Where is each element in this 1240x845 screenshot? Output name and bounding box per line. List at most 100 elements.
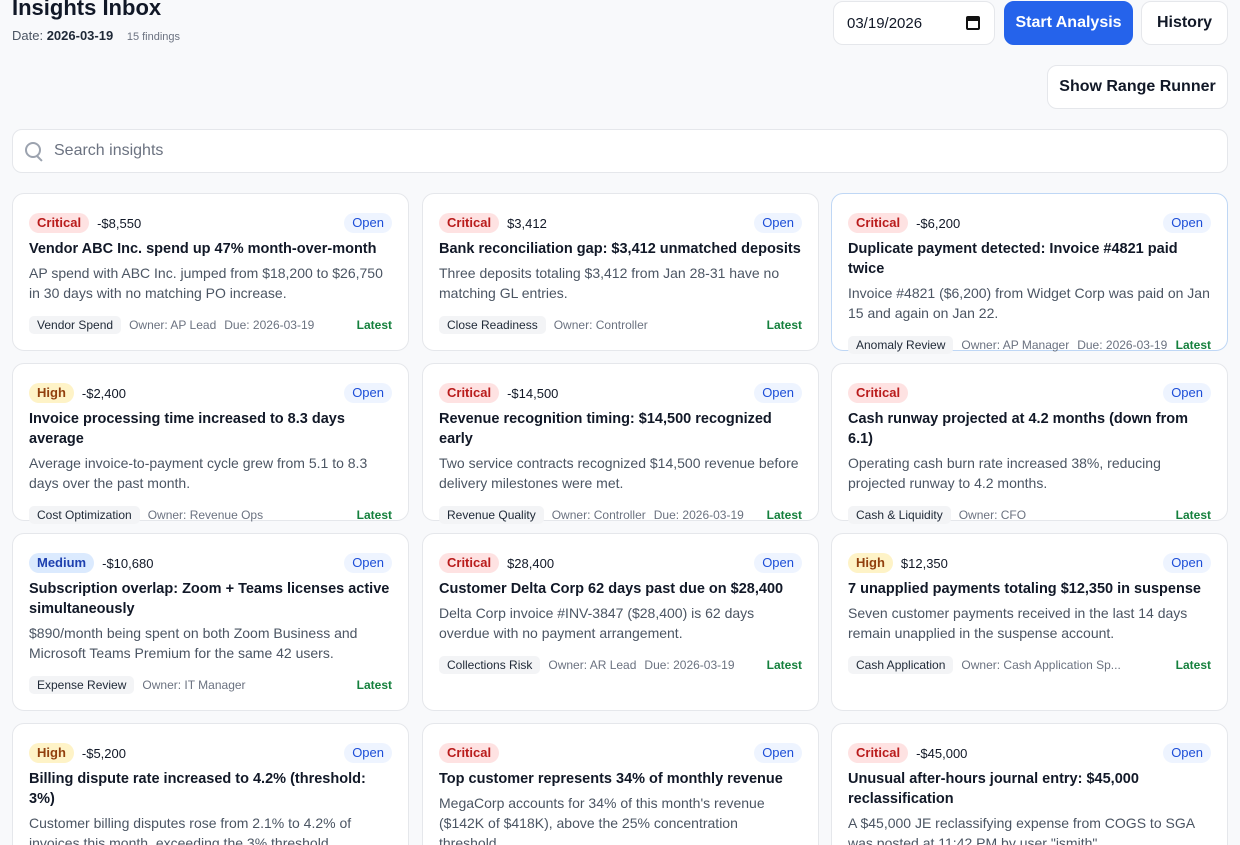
- card-title: 7 unapplied payments totaling $12,350 in…: [848, 581, 1201, 597]
- card-footer: Cost Optimization Owner: Revenue Ops Lates…: [29, 505, 392, 525]
- search-icon: [25, 142, 43, 160]
- status-badge[interactable]: Open: [1163, 383, 1211, 403]
- severity-badge: Critical: [439, 553, 500, 573]
- card-description: MegaCorp accounts for 34% of this month'…: [439, 795, 765, 845]
- insight-card[interactable]: High -$2,400 Open Invoice processing time i…: [12, 363, 409, 524]
- status-badge[interactable]: Open: [754, 553, 802, 573]
- insight-card[interactable]: Critical Open Top customer represents 34% …: [422, 723, 819, 845]
- severity-badge: Critical: [439, 743, 500, 763]
- status-badge[interactable]: Open: [344, 383, 392, 403]
- category-tag: Revenue Quality: [439, 506, 544, 524]
- severity-badge: Critical: [439, 383, 500, 403]
- status-badge[interactable]: Open: [1163, 743, 1211, 763]
- owner-label: Owner: AR Lead: [548, 658, 637, 672]
- owner-label: Owner: Revenue Ops: [147, 508, 264, 522]
- card-footer: Cash Application Owner: Cash Application …: [848, 655, 1211, 675]
- card-footer: Collections Risk Owner: AR Lead Due: 2026-…: [439, 655, 802, 675]
- date-picker-input[interactable]: 03/19/2026: [833, 1, 995, 45]
- status-badge[interactable]: Open: [754, 213, 802, 233]
- insight-card[interactable]: Critical -$14,500 Open Revenue recognition …: [422, 363, 819, 524]
- card-title: Invoice processing time increased to 8.3…: [29, 411, 345, 447]
- search-bar[interactable]: [12, 129, 1228, 173]
- category-tag: Collections Risk: [439, 656, 541, 674]
- card-description: AP spend with ABC Inc. jumped from $18,2…: [29, 265, 383, 301]
- category-tag: Anomaly Review: [848, 336, 954, 354]
- history-button[interactable]: History: [1141, 1, 1228, 45]
- severity-badge: Critical: [29, 213, 90, 233]
- start-analysis-button[interactable]: Start Analysis: [1004, 1, 1133, 45]
- card-header: Critical -$6,200 Open: [848, 212, 1211, 234]
- status-badge[interactable]: Open: [754, 383, 802, 403]
- latest-tag: Latest: [1175, 338, 1211, 352]
- latest-tag: Latest: [356, 318, 392, 332]
- status-badge[interactable]: Open: [754, 743, 802, 763]
- card-header: Critical $28,400 Open: [439, 552, 802, 574]
- card-footer: Revenue Quality Owner: Controller Due: 202…: [439, 505, 802, 525]
- impact-amount: $12,350: [900, 555, 948, 571]
- date-value: 2026-03-19: [46, 28, 114, 43]
- insight-card[interactable]: High $12,350 Open 7 unapplied payments tota…: [831, 533, 1228, 711]
- severity-badge: High: [29, 743, 74, 763]
- card-title: Duplicate payment detected: Invoice #482…: [848, 241, 1178, 277]
- card-title: Customer Delta Corp 62 days past due on …: [439, 581, 784, 597]
- page-title: Insights Inbox: [12, 0, 162, 20]
- status-badge[interactable]: Open: [1163, 553, 1211, 573]
- insight-card[interactable]: Critical -$6,200 Open Duplicate payment det…: [831, 193, 1228, 354]
- card-description: Customer billing disputes rose from 2.1%…: [29, 815, 352, 845]
- card-title: Top customer represents 34% of monthly r…: [439, 771, 783, 787]
- status-badge[interactable]: Open: [344, 743, 392, 763]
- latest-tag: Latest: [766, 508, 802, 522]
- insight-card[interactable]: Critical $3,412 Open Bank reconciliation ga…: [422, 193, 819, 351]
- card-header: Critical -$45,000 Open: [848, 742, 1211, 764]
- category-tag: Cost Optimization: [29, 506, 140, 524]
- calendar-icon[interactable]: [966, 16, 980, 30]
- impact-amount: -$6,200: [916, 215, 961, 231]
- card-footer: Close Readiness Owner: Controller Latest: [439, 315, 802, 335]
- severity-badge: Medium: [29, 553, 95, 573]
- due-date-label: Due: 2026-03-19: [644, 658, 735, 672]
- insight-card[interactable]: Critical -$45,000 Open Unusual after-hours …: [831, 723, 1228, 845]
- latest-tag: Latest: [766, 658, 802, 672]
- card-footer: Vendor Spend Owner: AP Lead Due: 2026-03-1…: [29, 315, 392, 335]
- card-header: Critical -$8,550 Open: [29, 212, 392, 234]
- due-date-label: Due: 2026-03-19: [1077, 338, 1168, 352]
- card-title: Cash runway projected at 4.2 months (dow…: [848, 411, 1188, 447]
- card-description: $890/month being spent on both Zoom Busi…: [29, 625, 358, 661]
- insight-card[interactable]: High -$5,200 Open Billing dispute rate incr…: [12, 723, 409, 845]
- card-title: Unusual after-hours journal entry: $45,0…: [848, 771, 1139, 807]
- insight-card[interactable]: Medium -$10,680 Open Subscription overlap: …: [12, 533, 409, 711]
- owner-label: Owner: CFO: [958, 508, 1027, 522]
- status-badge[interactable]: Open: [344, 553, 392, 573]
- latest-tag: Latest: [766, 318, 802, 332]
- search-input[interactable]: [54, 142, 1154, 160]
- impact-amount: -$10,680: [102, 555, 154, 571]
- due-date-label: Due: 2026-03-19: [224, 318, 315, 332]
- due-date-label: Due: 2026-03-19: [653, 508, 744, 522]
- insight-card[interactable]: Critical -$8,550 Open Vendor ABC Inc. spend…: [12, 193, 409, 351]
- impact-amount: -$14,500: [507, 385, 559, 401]
- card-description: Two service contracts recognized $14,500…: [439, 455, 799, 491]
- card-title: Billing dispute rate increased to 4.2% (…: [29, 771, 366, 807]
- date-summary: Date: 2026-03-19 15 findings: [12, 28, 180, 43]
- card-header: Critical Open: [439, 742, 802, 764]
- category-tag: Cash & Liquidity: [848, 506, 951, 524]
- insight-card[interactable]: Critical $28,400 Open Customer Delta Corp 6…: [422, 533, 819, 711]
- impact-amount: -$5,200: [81, 745, 126, 761]
- card-description: Delta Corp invoice #INV-3847 ($28,400) i…: [439, 605, 755, 641]
- card-title: Revenue recognition timing: $14,500 reco…: [439, 411, 772, 447]
- status-badge[interactable]: Open: [1163, 213, 1211, 233]
- findings-count: 15 findings: [126, 31, 181, 43]
- owner-label: Owner: Cash Application Sp...: [961, 658, 1121, 672]
- owner-label: Owner: IT Manager: [142, 678, 246, 692]
- card-description: Seven customer payments received in the …: [848, 605, 1188, 641]
- impact-amount: -$45,000: [916, 745, 968, 761]
- status-badge[interactable]: Open: [344, 213, 392, 233]
- insight-card[interactable]: Critical Open Cash runway projected at 4.2…: [831, 363, 1228, 524]
- show-range-runner-button[interactable]: Show Range Runner: [1047, 65, 1228, 109]
- latest-tag: Latest: [356, 678, 392, 692]
- card-description: Operating cash burn rate increased 38%, …: [848, 455, 1161, 491]
- latest-tag: Latest: [356, 508, 392, 522]
- owner-label: Owner: Controller: [553, 318, 648, 332]
- severity-badge: High: [29, 383, 74, 403]
- impact-amount: $3,412: [507, 215, 547, 231]
